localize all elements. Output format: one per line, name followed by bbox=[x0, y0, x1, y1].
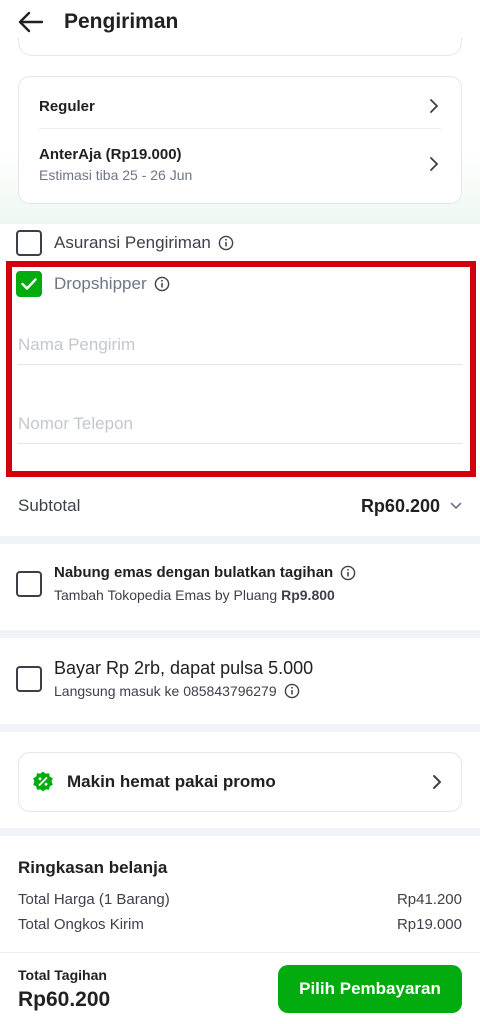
gold-savings-subtitle: Tambah Tokopedia Emas by Pluang Rp9.800 bbox=[54, 587, 356, 603]
gold-savings-title-text: Nabung emas dengan bulatkan tagihan bbox=[54, 564, 334, 581]
back-button[interactable] bbox=[14, 5, 48, 39]
promo-label: Makin hemat pakai promo bbox=[67, 772, 276, 791]
gold-savings-checkbox[interactable] bbox=[16, 570, 42, 597]
summary-row-value: Rp41.200 bbox=[396, 891, 462, 908]
total-value: Rp60.200 bbox=[18, 988, 111, 1011]
choose-payment-button[interactable]: Pilih Pembayaran bbox=[278, 965, 462, 1013]
divider bbox=[39, 128, 441, 129]
total-label: Total Tagihan bbox=[18, 967, 107, 983]
shipping-service-row[interactable]: Reguler bbox=[39, 95, 441, 117]
arrow-left-icon bbox=[18, 11, 44, 33]
info-icon[interactable] bbox=[340, 565, 356, 581]
highlight-box bbox=[6, 261, 476, 477]
page-title: Pengiriman bbox=[64, 10, 179, 33]
delivery-estimate: Estimasi tiba 25 - 26 Jun bbox=[39, 166, 193, 183]
insurance-option: Asuransi Pengiriman bbox=[16, 230, 234, 256]
subtotal-value: Rp60.200 bbox=[360, 495, 440, 516]
summary-row-value: Rp19.000 bbox=[396, 916, 462, 933]
previous-card-edge bbox=[18, 38, 462, 56]
courier-label: AnterAja (Rp19.000) bbox=[39, 145, 182, 163]
section-separator bbox=[0, 724, 480, 732]
insurance-label: Asuransi Pengiriman bbox=[54, 233, 211, 252]
shipping-service-label: Reguler bbox=[39, 97, 95, 115]
pulse-offer-subtitle: Langsung masuk ke 085843796279 bbox=[54, 683, 313, 699]
section-separator bbox=[0, 630, 480, 638]
info-icon[interactable] bbox=[284, 683, 300, 699]
pulse-offer-option: Bayar Rp 2rb, dapat pulsa 5.000 Langsung… bbox=[16, 658, 466, 699]
promo-button[interactable]: Makin hemat pakai promo bbox=[18, 752, 462, 812]
summary-row-label: Total Harga (1 Barang) bbox=[18, 891, 170, 908]
courier-row[interactable]: AnterAja (Rp19.000) Estimasi tiba 25 - 2… bbox=[39, 141, 441, 187]
info-icon[interactable] bbox=[218, 235, 234, 251]
summary-row-label: Total Ongkos Kirim bbox=[18, 916, 144, 933]
pulse-offer-title: Bayar Rp 2rb, dapat pulsa 5.000 bbox=[54, 658, 314, 678]
subtotal-label: Subtotal bbox=[18, 496, 81, 515]
summary-row: Total Harga (1 Barang) Rp41.200 bbox=[18, 891, 462, 908]
shipping-card: Reguler AnterAja (Rp19.000) Estimasi tib… bbox=[18, 76, 462, 204]
summary-title: Ringkasan belanja bbox=[18, 858, 168, 877]
chevron-right-icon bbox=[427, 99, 441, 113]
summary-row: Total Ongkos Kirim Rp19.000 bbox=[18, 916, 462, 933]
gold-savings-amount: Rp9.800 bbox=[281, 587, 335, 603]
pulse-offer-checkbox[interactable] bbox=[16, 665, 42, 692]
gold-savings-title: Nabung emas dengan bulatkan tagihan bbox=[54, 564, 356, 581]
discount-badge-icon bbox=[33, 771, 53, 792]
chevron-right-icon bbox=[433, 775, 441, 789]
chevron-right-icon bbox=[427, 157, 441, 171]
gold-savings-option: Nabung emas dengan bulatkan tagihan Tamb… bbox=[16, 564, 466, 603]
pulse-offer-subtitle-text: Langsung masuk ke 085843796279 bbox=[54, 683, 277, 699]
insurance-checkbox[interactable] bbox=[16, 230, 42, 256]
section-separator bbox=[0, 536, 480, 544]
gold-savings-subtitle-text: Tambah Tokopedia Emas by Pluang bbox=[54, 587, 278, 603]
chevron-down-icon bbox=[450, 500, 462, 512]
checkout-footer: Total Tagihan Rp60.200 Pilih Pembayaran bbox=[0, 952, 480, 1024]
section-separator bbox=[0, 828, 480, 836]
subtotal-row[interactable]: Subtotal Rp60.200 bbox=[18, 490, 462, 522]
